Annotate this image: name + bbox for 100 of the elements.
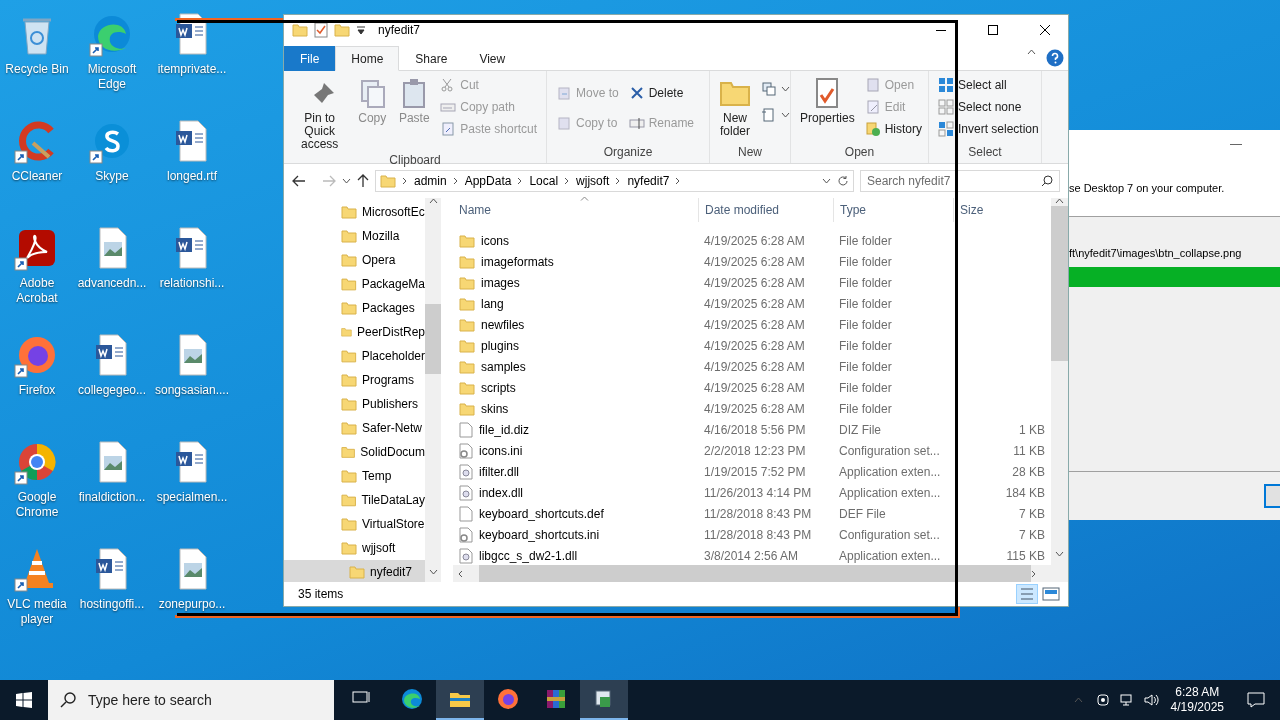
type-cell-text: File folder — [838, 317, 893, 332]
tree-item[interactable]: Packages — [284, 296, 425, 320]
file-name[interactable]: newfiles — [453, 316, 698, 333]
folder-icon — [459, 295, 475, 312]
file-name[interactable]: ifilter.dll — [453, 463, 698, 480]
breadcrumb[interactable]: Local — [529, 174, 559, 188]
file-name[interactable]: images — [453, 274, 698, 291]
volume-icon[interactable] — [1142, 692, 1159, 708]
file-name[interactable]: lang — [453, 295, 698, 312]
tree-item[interactable]: VirtualStore — [284, 512, 425, 536]
breadcrumb[interactable]: wjjsoft — [576, 174, 610, 188]
dialog-button[interactable] — [1264, 484, 1280, 508]
ribbon-button[interactable]: Select none — [935, 97, 1042, 117]
shortcut-icon — [440, 121, 457, 137]
file-name[interactable]: plugins — [453, 337, 698, 354]
scroll-down-icon — [428, 569, 438, 575]
new-folder-icon — [334, 22, 350, 38]
tree-item[interactable]: Programs — [284, 368, 425, 392]
column-header[interactable]: Name — [453, 198, 698, 222]
group-label: New — [737, 145, 763, 161]
clock[interactable]: 6:28 AM 4/19/2025 — [1162, 680, 1232, 720]
file-name[interactable]: keyboard_shortcuts.ini — [453, 526, 698, 543]
tree-item[interactable]: TileDataLay — [284, 488, 425, 512]
tree-item[interactable]: PackageMa — [284, 272, 425, 296]
group-label: Select — [967, 145, 1003, 161]
window-title: nyfedit7 — [378, 23, 421, 37]
file-name[interactable]: icons.ini — [453, 442, 698, 459]
refresh-icon[interactable] — [837, 175, 849, 187]
ribbon-button[interactable]: History — [861, 119, 926, 139]
thumbnail-view-icon[interactable] — [1040, 584, 1062, 604]
scrollbar[interactable] — [425, 198, 441, 582]
folder-icon — [341, 468, 357, 484]
tree-item[interactable]: nyfedit7 — [284, 560, 425, 582]
tree-item[interactable]: PeerDistRep — [284, 320, 425, 344]
ribbon-button[interactable]: Properties — [797, 75, 858, 145]
tree-item[interactable]: Publishers — [284, 392, 425, 416]
tree-item[interactable]: Temp — [284, 464, 425, 488]
windows-start-icon[interactable] — [16, 692, 32, 708]
folder-icon — [341, 420, 357, 436]
tree-item[interactable]: MicrosoftEc — [284, 200, 425, 224]
file-name[interactable]: samples — [453, 358, 698, 375]
size-cell-text: 115 KB — [1005, 548, 1046, 563]
copy-to-icon — [556, 115, 572, 131]
ribbon-tab[interactable]: View — [463, 46, 522, 71]
meet-icon[interactable] — [1094, 692, 1111, 708]
network-icon[interactable] — [1118, 692, 1135, 708]
size-cell-text: 1 KB — [1018, 422, 1046, 437]
address-bar[interactable]: admin AppData Local wjjsoft nyfedit7 — [375, 170, 854, 192]
ribbon-button[interactable]: Select all — [935, 75, 1042, 95]
breadcrumb[interactable]: admin — [414, 174, 447, 188]
caret-icon — [781, 86, 790, 92]
file-tab[interactable]: File — [284, 46, 336, 71]
file-name[interactable]: libgcc_s_dw2-1.dll — [453, 547, 698, 564]
maximize-icon[interactable] — [988, 25, 998, 35]
help-icon[interactable] — [1046, 48, 1064, 67]
chevron-icon — [564, 177, 571, 185]
tree-item[interactable]: Mozilla — [284, 224, 425, 248]
file-name[interactable]: imageformats — [453, 253, 698, 270]
minimize-icon[interactable] — [936, 29, 946, 31]
column-header[interactable]: Type — [833, 198, 953, 222]
ribbon-button[interactable]: New folder — [716, 75, 754, 145]
taskbar-search-field[interactable]: Type here to search — [48, 680, 334, 720]
ribbon-button[interactable]: Pin to Quick access — [290, 75, 350, 153]
ribbon-tab[interactable]: Home — [335, 46, 400, 71]
breadcrumb[interactable]: nyfedit7 — [627, 174, 670, 188]
scrollbar-thumb[interactable] — [1051, 206, 1068, 361]
file-name[interactable]: file_id.diz — [453, 421, 698, 438]
scrollbar[interactable] — [1051, 198, 1068, 582]
search-field[interactable]: Search nyfedit7 — [860, 170, 1060, 192]
tree-item[interactable]: Opera — [284, 248, 425, 272]
file-name[interactable]: scripts — [453, 379, 698, 396]
taskbar-app-button[interactable] — [436, 680, 484, 720]
up-icon[interactable] — [357, 174, 369, 188]
taskbar-app-button[interactable] — [580, 680, 628, 720]
breadcrumb[interactable]: AppData — [464, 174, 512, 188]
tree-item[interactable]: Safer-Netw — [284, 416, 425, 440]
column-header[interactable]: Date modified — [698, 198, 833, 222]
scrollbar-thumb[interactable] — [425, 304, 441, 374]
tree-item[interactable]: wjjsoft — [284, 536, 425, 560]
ribbon-button[interactable]: Delete — [625, 83, 698, 103]
file-name[interactable]: keyboard_shortcuts.def — [453, 505, 698, 522]
folder-icon — [341, 372, 357, 388]
notifications-icon[interactable] — [1247, 692, 1265, 708]
tree-item[interactable]: SolidDocum — [284, 440, 425, 464]
file-name[interactable]: skins — [453, 400, 698, 417]
ribbon-button[interactable]: Invert selection — [935, 119, 1042, 139]
close-icon[interactable] — [1039, 24, 1051, 36]
dropdown-icon[interactable] — [356, 25, 366, 35]
type-cell-text: File folder — [838, 296, 893, 311]
back-icon[interactable] — [292, 175, 306, 187]
ribbon-tab[interactable]: Share — [399, 46, 464, 71]
address-dropdown-icon — [822, 178, 831, 184]
file-name[interactable]: index.dll — [453, 484, 698, 501]
tray-chevron-icon — [1074, 697, 1084, 703]
properties-icon[interactable] — [314, 22, 328, 38]
date-cell-text: 11/28/2018 8:43 PM — [703, 527, 813, 542]
folder-icon — [380, 173, 396, 189]
file-name[interactable]: icons — [453, 232, 698, 249]
tree-item[interactable]: Placeholder — [284, 344, 425, 368]
size-cell-text: 184 KB — [1004, 485, 1046, 500]
